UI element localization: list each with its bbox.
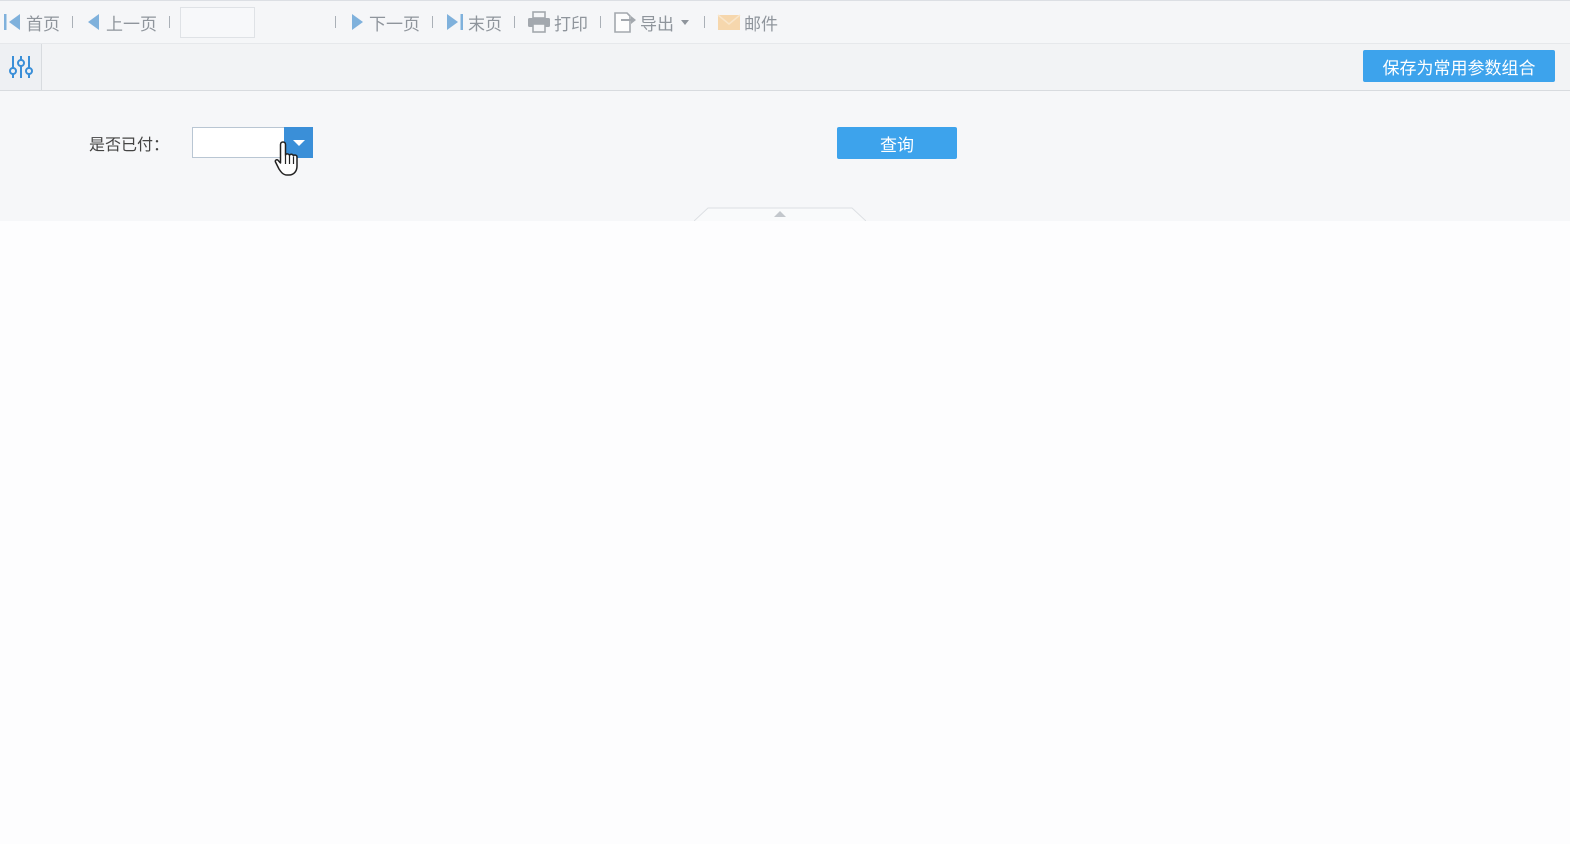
toolbar-divider bbox=[600, 16, 601, 28]
export-button[interactable]: 导出 bbox=[613, 7, 692, 37]
sliders-icon bbox=[8, 56, 33, 78]
next-page-label: 下一页 bbox=[369, 14, 420, 35]
toolbar-divider bbox=[704, 16, 705, 28]
paid-status-label: 是否已付： bbox=[89, 135, 170, 154]
prev-page-button[interactable]: 上一页 bbox=[85, 7, 157, 37]
toolbar-divider bbox=[169, 16, 170, 28]
toolbar-divider bbox=[335, 16, 336, 28]
first-page-icon bbox=[4, 14, 20, 30]
save-common-params-button[interactable]: 保存为常用参数组合 bbox=[1363, 50, 1555, 82]
query-button[interactable]: 查询 bbox=[837, 127, 957, 159]
export-label: 导出 bbox=[640, 14, 674, 35]
report-content-area bbox=[0, 221, 1570, 844]
last-page-button[interactable]: 末页 bbox=[445, 7, 502, 37]
mail-label: 邮件 bbox=[744, 14, 778, 35]
mail-button[interactable]: 邮件 bbox=[717, 7, 778, 37]
parameter-toggle-button[interactable] bbox=[0, 44, 42, 90]
printer-icon bbox=[528, 11, 550, 33]
hand-cursor-icon bbox=[274, 141, 298, 176]
last-page-icon bbox=[447, 14, 463, 30]
prev-page-icon bbox=[88, 14, 99, 30]
page-number-input[interactable] bbox=[180, 6, 255, 38]
toolbar-divider bbox=[514, 16, 515, 28]
query-panel: 是否已付： 查询 bbox=[0, 91, 1570, 221]
prev-page-label: 上一页 bbox=[106, 14, 157, 35]
caret-down-icon bbox=[681, 20, 689, 25]
parameter-bar: 保存为常用参数组合 bbox=[0, 44, 1570, 91]
toolbar-divider bbox=[72, 16, 73, 28]
first-page-button[interactable]: 首页 bbox=[3, 7, 60, 37]
next-page-button[interactable]: 下一页 bbox=[348, 7, 420, 37]
export-icon bbox=[614, 12, 636, 33]
report-toolbar: 首页 上一页 下一页 末页 打印 导出 邮件 bbox=[0, 0, 1570, 44]
print-button[interactable]: 打印 bbox=[527, 7, 588, 37]
last-page-label: 末页 bbox=[468, 14, 502, 35]
first-page-label: 首页 bbox=[26, 14, 60, 35]
print-label: 打印 bbox=[554, 14, 588, 35]
collapse-panel-tab[interactable] bbox=[694, 207, 866, 221]
toolbar-divider bbox=[432, 16, 433, 28]
next-page-icon bbox=[352, 14, 363, 30]
mail-icon bbox=[717, 14, 741, 30]
